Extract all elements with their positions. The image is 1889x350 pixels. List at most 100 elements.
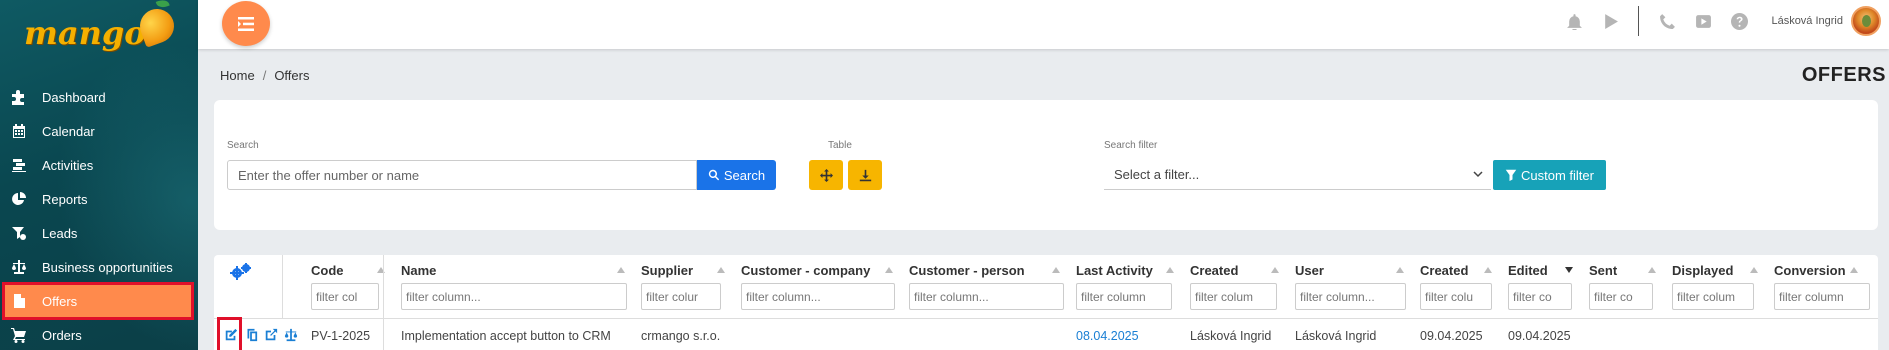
help-icon[interactable]	[1729, 11, 1749, 31]
column-filter-input[interactable]: filter column...	[909, 283, 1064, 310]
custom-filter-button[interactable]: Custom filter	[1493, 160, 1606, 190]
calendar-icon	[10, 122, 28, 140]
funnel-icon	[1505, 169, 1517, 181]
column-filter-input[interactable]: filter colum	[1672, 283, 1754, 310]
sidebar-item-business-opportunities[interactable]: Business opportunities	[0, 250, 198, 284]
edit-highlight	[217, 317, 242, 350]
column-header[interactable]: Last Activity	[1076, 263, 1153, 278]
search-filter-value: Select a filter...	[1114, 167, 1200, 182]
column-header[interactable]: Name	[401, 263, 436, 278]
cell-last-activity[interactable]: 08.04.2025	[1076, 329, 1139, 343]
column-filter-input[interactable]: filter column...	[401, 283, 627, 310]
column-filter-input[interactable]: filter column	[1076, 283, 1172, 310]
search-input[interactable]	[227, 160, 697, 190]
arrows-move-icon	[819, 168, 833, 182]
sidebar-toggle-button[interactable]	[222, 1, 270, 46]
pie-chart-icon	[10, 190, 28, 208]
sidebar-item-label: Reports	[42, 191, 88, 207]
table-label: Table	[828, 140, 852, 151]
column-last-activity: Last Activity filter column	[1066, 255, 1180, 319]
column-header[interactable]: Customer - company	[741, 263, 870, 278]
scales-icon	[10, 258, 28, 276]
sidebar-item-activities[interactable]: Activities	[0, 148, 198, 182]
move-columns-button[interactable]	[809, 160, 843, 190]
sort-asc-icon[interactable]	[1648, 267, 1656, 273]
column-customer-company: Customer - company filter column...	[731, 255, 899, 319]
file-icon	[10, 292, 28, 310]
sidebar-item-reports[interactable]: Reports	[0, 182, 198, 216]
sort-asc-icon[interactable]	[717, 267, 725, 273]
sidebar-item-label: Business opportunities	[42, 259, 173, 275]
sidebar-item-leads[interactable]: Leads	[0, 216, 198, 250]
breadcrumb-home[interactable]: Home	[220, 68, 255, 83]
column-customer-person: Customer - person filter column...	[899, 255, 1066, 319]
sort-desc-icon[interactable]	[1565, 267, 1573, 273]
app-logo[interactable]: mango	[24, 4, 179, 58]
header-divider	[1638, 6, 1640, 36]
menu-toggle-icon	[238, 16, 254, 31]
column-header[interactable]: Displayed	[1672, 263, 1733, 278]
play-icon[interactable]	[1600, 11, 1620, 31]
column-filter-input[interactable]: filter co	[1589, 283, 1653, 310]
sidebar-item-offers[interactable]: Offers	[2, 282, 194, 320]
sort-asc-icon[interactable]	[1750, 267, 1758, 273]
column-filter-input[interactable]: filter colur	[641, 283, 721, 310]
search-icon	[708, 169, 720, 181]
breadcrumb-current: Offers	[274, 68, 310, 83]
custom-filter-label: Custom filter	[1521, 167, 1594, 183]
sidebar-item-label: Orders	[42, 327, 82, 343]
column-header[interactable]: User	[1295, 263, 1324, 278]
avatar[interactable]	[1851, 6, 1881, 36]
puzzle-icon	[10, 88, 28, 106]
search-filter-label: Search filter	[1104, 140, 1158, 151]
column-name: Name filter column...	[391, 255, 631, 319]
column-header[interactable]: Conversion	[1774, 263, 1846, 278]
settings-gears-icon[interactable]	[230, 263, 252, 281]
cell-name: Implementation accept button to CRM	[401, 329, 611, 343]
sidebar-item-label: Calendar	[42, 123, 95, 139]
sidebar-item-dashboard[interactable]: Dashboard	[0, 80, 198, 114]
sort-asc-icon[interactable]	[1271, 267, 1279, 273]
cell-supplier: crmango s.r.o.	[641, 329, 721, 343]
table-row[interactable]: PV-1-2025 Implementation accept button to…	[214, 319, 1878, 350]
column-filter-input[interactable]: filter column	[1774, 283, 1870, 310]
table-header: Code filter col Name filter column... Suppli…	[214, 255, 1878, 319]
sort-asc-icon[interactable]	[1396, 267, 1404, 273]
column-edited: Edited filter co	[1498, 255, 1579, 319]
cart-icon	[10, 326, 28, 344]
column-header[interactable]: Customer - person	[909, 263, 1025, 278]
column-user: User filter column...	[1285, 255, 1410, 319]
copy-icon[interactable]	[244, 328, 258, 342]
scales-icon[interactable]	[284, 328, 298, 342]
column-header[interactable]: Created	[1190, 263, 1238, 278]
column-header[interactable]: Supplier	[641, 263, 693, 278]
sort-asc-icon[interactable]	[1850, 267, 1858, 273]
youtube-icon[interactable]	[1693, 11, 1713, 31]
open-external-icon[interactable]	[264, 328, 278, 342]
sort-asc-icon[interactable]	[1166, 267, 1174, 273]
column-header[interactable]: Sent	[1589, 263, 1617, 278]
sort-asc-icon[interactable]	[885, 267, 893, 273]
user-name[interactable]: Lásková Ingrid	[1771, 15, 1843, 27]
column-filter-input[interactable]: filter column...	[1295, 283, 1406, 310]
column-filter-input[interactable]: filter col	[311, 283, 379, 310]
search-panel: Search Search Table Search filter Select…	[214, 100, 1878, 230]
phone-icon[interactable]	[1657, 11, 1677, 31]
column-header[interactable]: Code	[311, 263, 344, 278]
column-header[interactable]: Edited	[1508, 263, 1548, 278]
search-filter-select[interactable]: Select a filter...	[1104, 160, 1491, 190]
sort-asc-icon[interactable]	[1052, 267, 1060, 273]
column-filter-input[interactable]: filter colum	[1190, 283, 1277, 310]
sort-asc-icon[interactable]	[617, 267, 625, 273]
bell-icon[interactable]	[1564, 11, 1584, 31]
column-filter-input[interactable]: filter co	[1508, 283, 1572, 310]
search-button[interactable]: Search	[697, 160, 776, 190]
column-filter-input[interactable]: filter colu	[1420, 283, 1492, 310]
sidebar-item-orders[interactable]: Orders	[0, 318, 198, 350]
sidebar-item-calendar[interactable]: Calendar	[0, 114, 198, 148]
column-header[interactable]: Created	[1420, 263, 1468, 278]
column-conversion: Conversion filter column	[1764, 255, 1870, 319]
column-filter-input[interactable]: filter column...	[741, 283, 895, 310]
sort-asc-icon[interactable]	[1484, 267, 1492, 273]
download-button[interactable]	[848, 160, 882, 190]
